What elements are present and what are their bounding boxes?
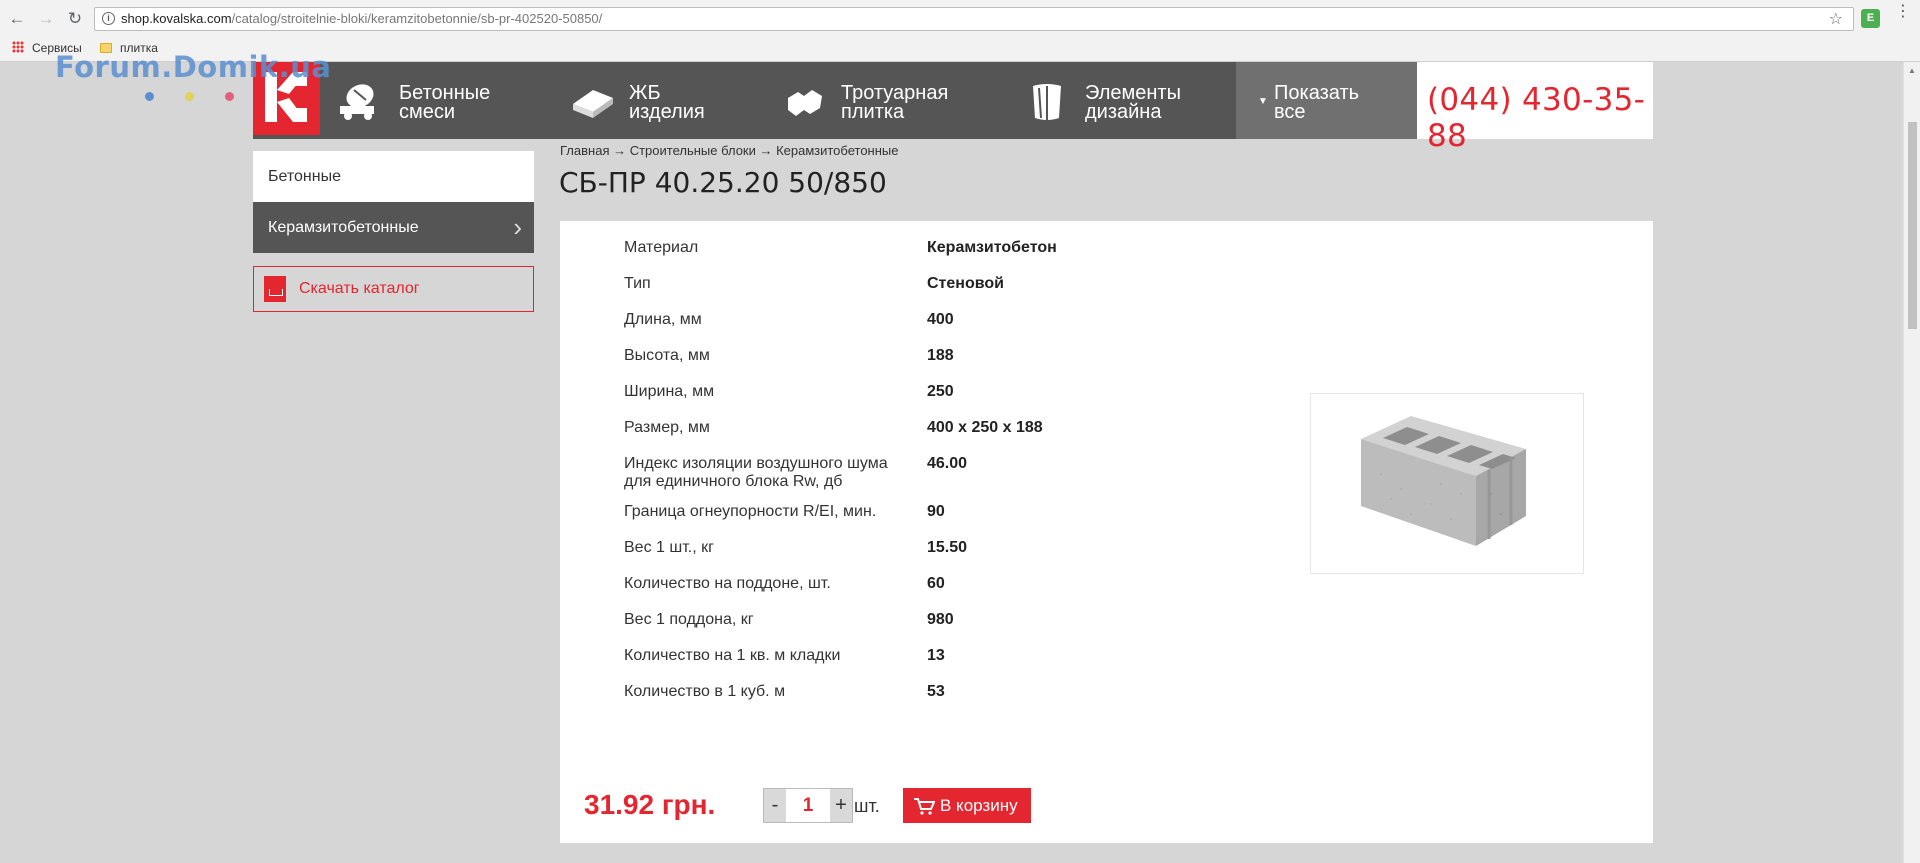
spec-value: 90 xyxy=(927,503,945,520)
spec-key: Вес 1 поддона, кг xyxy=(624,611,754,628)
spec-key: Индекс изоляции воздушного шума для един… xyxy=(624,455,888,490)
watermark: Forum.Domik.ua xyxy=(55,50,332,84)
url-host: shop.kovalska.com xyxy=(121,11,232,26)
nav-paving-tiles[interactable]: Тротуарная плитка xyxy=(780,62,1000,139)
spec-row: Материал Керамзитобетон xyxy=(624,233,1244,269)
sidebar-item-concrete[interactable]: Бетонные xyxy=(253,151,534,202)
spec-value: 400 xyxy=(927,311,954,328)
spec-row: Ширина, мм 250 xyxy=(624,377,1244,413)
scroll-up-icon[interactable]: ▲ xyxy=(1908,66,1916,75)
spec-row: Количество в 1 куб. м 53 xyxy=(624,677,1244,713)
chevron-down-icon: ▼ xyxy=(1258,96,1268,107)
breadcrumb[interactable]: Главная → Строительные блоки → Керамзито… xyxy=(560,143,898,158)
spec-row: Вес 1 шт., кг 15.50 xyxy=(624,533,1244,569)
sidebar-item-label: Керамзитобетонные xyxy=(268,219,419,236)
info-icon[interactable]: i xyxy=(102,12,115,25)
spec-key: Размер, мм xyxy=(624,419,710,436)
bookmark-star-icon[interactable]: ☆ xyxy=(1829,9,1843,31)
quantity-increase-button[interactable]: + xyxy=(830,789,852,822)
nav-concrete-mixes[interactable]: Бетонные смеси xyxy=(333,62,533,139)
paving-tile-icon xyxy=(788,90,822,116)
spec-value: 980 xyxy=(927,611,954,628)
nav-rc-products[interactable]: ЖБ изделия xyxy=(560,62,760,139)
product-image[interactable] xyxy=(1310,393,1584,574)
spec-key: Длина, мм xyxy=(624,311,702,328)
product-price: 31.92 грн. xyxy=(584,789,716,820)
spec-value: 400 x 250 x 188 xyxy=(927,419,1043,436)
watermark-dot xyxy=(185,92,194,101)
sidebar-item-keramzit[interactable]: Керамзитобетонные › xyxy=(253,202,534,253)
quantity-stepper[interactable]: - 1 + xyxy=(763,788,853,823)
spec-key: Высота, мм xyxy=(624,347,710,364)
spec-table: Материал Керамзитобетон Тип Стеновой Длина… xyxy=(624,233,1244,713)
quantity-input[interactable]: 1 xyxy=(786,789,830,822)
watermark-dots xyxy=(145,88,265,106)
download-catalog-label: Скачать каталог xyxy=(299,280,420,297)
watermark-dot xyxy=(145,92,154,101)
nav-show-all-label: Показать все xyxy=(1274,82,1360,123)
spec-row: Высота, мм 188 xyxy=(624,341,1244,377)
spec-row: Граница огнеупорности R/EI, мин. 90 xyxy=(624,497,1244,533)
purchase-bar: 31.92 грн. - 1 + шт. В корзину xyxy=(560,781,1653,831)
concrete-mixer-icon xyxy=(340,84,374,120)
extension-icon[interactable]: E xyxy=(1861,9,1880,28)
concrete-slab-icon xyxy=(573,90,613,118)
quantity-unit: шт. xyxy=(854,796,880,816)
spec-row: Размер, мм 400 x 250 x 188 xyxy=(624,413,1244,449)
browser-menu-icon[interactable]: ⋮ xyxy=(1895,4,1911,20)
cart-icon xyxy=(914,798,935,815)
quantity-decrease-button[interactable]: - xyxy=(764,789,786,822)
nav-label: Элементы дизайна xyxy=(1085,82,1181,123)
design-element-icon xyxy=(1033,84,1061,120)
spec-value: Керамзитобетон xyxy=(927,239,1057,256)
page-scrollbar[interactable]: ▲ xyxy=(1903,62,1920,863)
add-to-cart-button[interactable]: В корзину xyxy=(903,788,1031,823)
chevron-right-icon: › xyxy=(513,212,522,242)
add-to-cart-label: В корзину xyxy=(940,796,1018,815)
nav-show-all[interactable]: ▼ Показать все xyxy=(1236,62,1417,139)
reload-icon[interactable]: ↻ xyxy=(64,8,86,30)
nav-label: Бетонные смеси xyxy=(399,82,491,123)
spec-key: Тип xyxy=(624,275,651,292)
spec-row: Вес 1 поддона, кг 980 xyxy=(624,605,1244,641)
back-arrow-icon[interactable]: ← xyxy=(6,8,28,30)
sidebar-item-label: Бетонные xyxy=(268,168,341,185)
spec-key: Количество на 1 кв. м кладки xyxy=(624,647,841,664)
address-bar[interactable]: i shop.kovalska.com/catalog/stroitelnie-… xyxy=(94,7,1854,31)
phone-box: (044) 430-35-88 xyxy=(1417,62,1653,154)
spec-key: Граница огнеупорности R/EI, мин. xyxy=(624,503,877,520)
spec-row: Длина, мм 400 xyxy=(624,305,1244,341)
nav-label: ЖБ изделия xyxy=(629,82,705,123)
spec-key: Вес 1 шт., кг xyxy=(624,539,714,556)
url-path: /catalog/stroitelnie-bloki/keramzitobeto… xyxy=(231,11,603,26)
nav-design-elements[interactable]: Элементы дизайна xyxy=(1025,62,1225,139)
product-card: Материал Керамзитобетон Тип Стеновой Длина… xyxy=(560,221,1653,843)
concrete-block-illustration xyxy=(1361,416,1526,546)
spec-value: 60 xyxy=(927,575,945,592)
spec-key: Ширина, мм xyxy=(624,383,715,400)
spec-key: Количество на поддоне, шт. xyxy=(624,575,831,592)
page-title: СБ-ПР 40.25.20 50/850 xyxy=(559,166,887,199)
spec-value: 13 xyxy=(927,647,945,664)
spec-value: 188 xyxy=(927,347,954,364)
spec-key: Количество в 1 куб. м xyxy=(624,683,786,700)
spec-value: Стеновой xyxy=(927,275,1004,292)
spec-value: 53 xyxy=(927,683,945,700)
spec-value: 15.50 xyxy=(927,539,968,556)
spec-row: Индекс изоляции воздушного шума для един… xyxy=(624,449,1244,497)
spec-row: Количество на поддоне, шт. 60 xyxy=(624,569,1244,605)
nav-label: Тротуарная плитка xyxy=(841,82,949,123)
download-catalog-button[interactable]: Скачать каталог xyxy=(253,266,534,312)
spec-key: Материал xyxy=(624,239,699,256)
watermark-dot xyxy=(225,92,234,101)
spec-value: 250 xyxy=(927,383,954,400)
spec-row: Тип Стеновой xyxy=(624,269,1244,305)
download-file-icon xyxy=(264,276,286,302)
forward-arrow-icon[interactable]: → xyxy=(35,8,57,30)
spec-value: 46.00 xyxy=(927,455,968,472)
spec-row: Количество на 1 кв. м кладки 13 xyxy=(624,641,1244,677)
apps-grid-icon xyxy=(12,41,24,53)
scrollbar-thumb[interactable] xyxy=(1908,122,1917,329)
phone-number[interactable]: (044) 430-35-88 xyxy=(1427,82,1653,154)
